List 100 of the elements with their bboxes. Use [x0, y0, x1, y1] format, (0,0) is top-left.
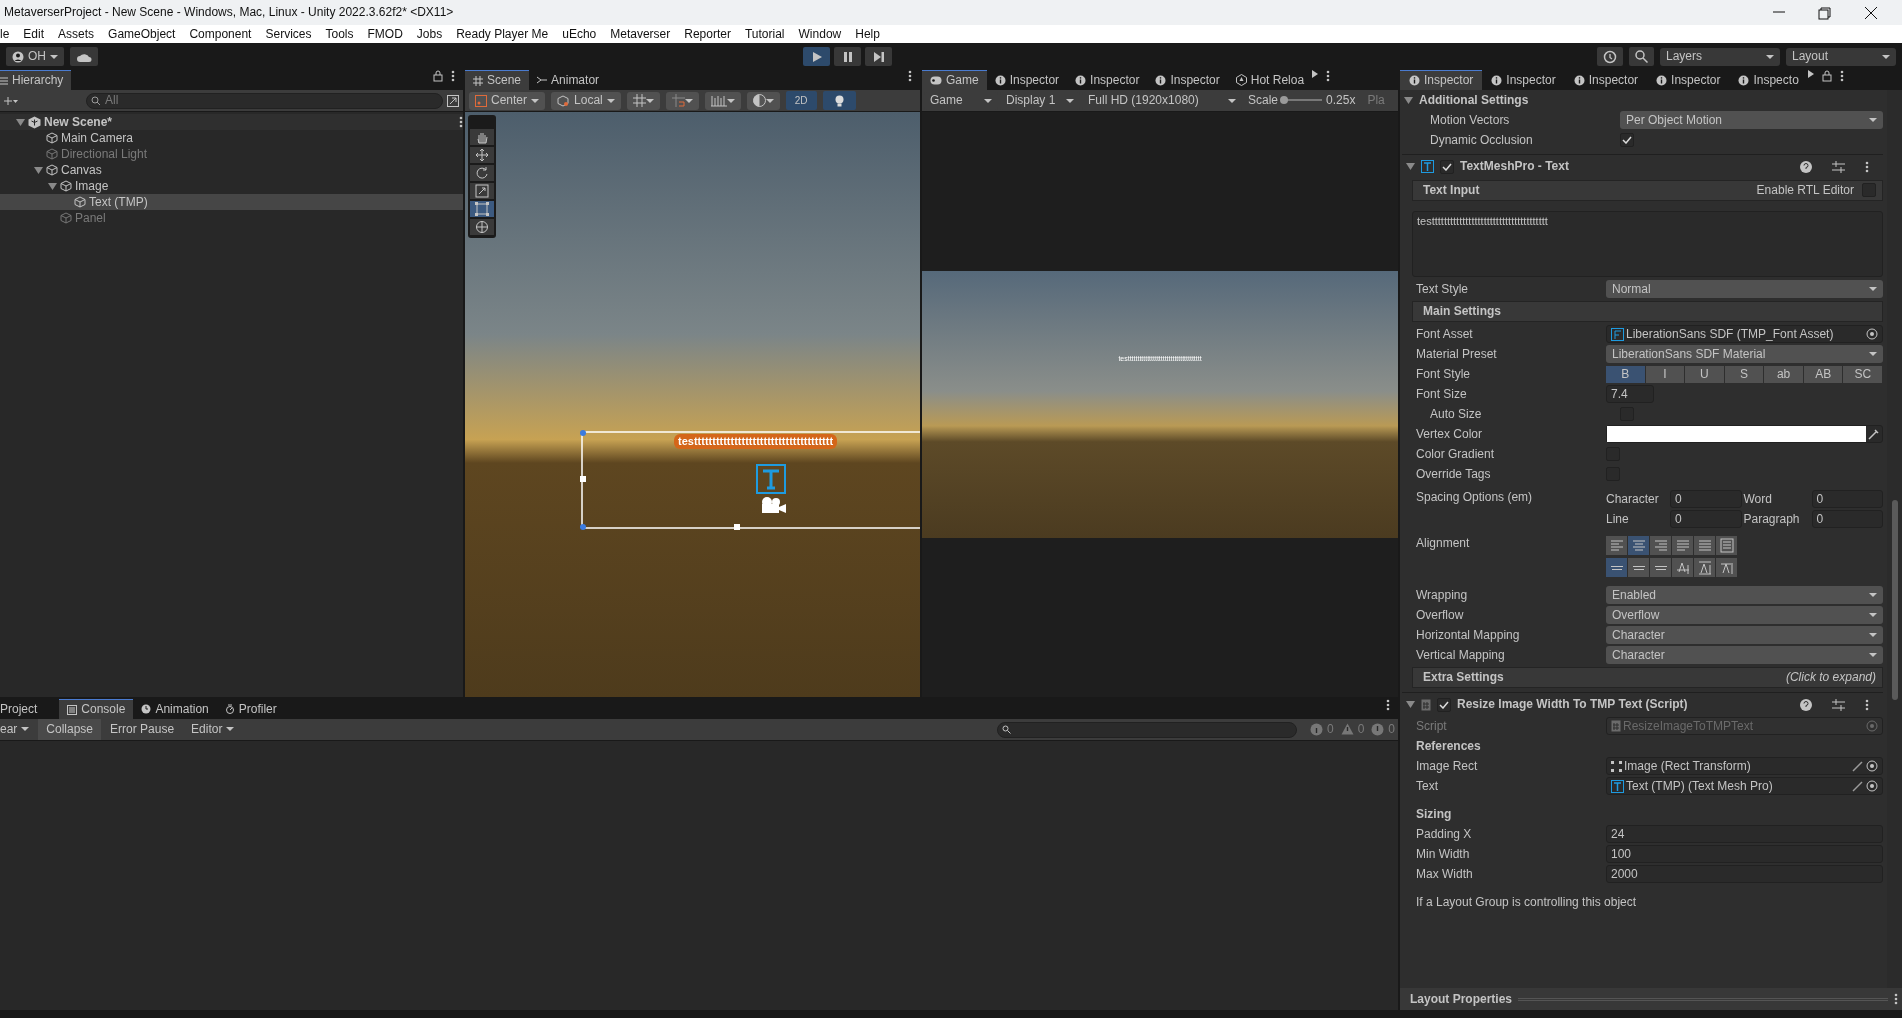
font-style-toggle[interactable]: I — [1645, 365, 1686, 383]
lighting-toggle[interactable] — [822, 91, 856, 110]
pause-button[interactable] — [834, 47, 861, 66]
dropdown[interactable]: Character — [1606, 626, 1883, 644]
number-field[interactable]: 0 — [1811, 490, 1883, 508]
tool-button[interactable] — [470, 147, 494, 163]
alignment-toggle[interactable] — [1694, 558, 1716, 577]
menu-item[interactable]: Ready Player Me — [456, 26, 549, 42]
menu-item[interactable]: le — [0, 26, 10, 42]
play-button[interactable] — [803, 47, 830, 66]
panel-tab[interactable]: Animator — [529, 70, 608, 90]
editor-dropdown[interactable]: Editor — [183, 722, 243, 737]
target-icon[interactable] — [1866, 760, 1878, 772]
menu-item[interactable]: Tutorial — [744, 26, 785, 42]
dropdown[interactable]: Enabled — [1606, 586, 1883, 604]
alignment-toggle[interactable] — [1694, 536, 1716, 555]
alignment-toggle[interactable] — [1628, 536, 1650, 555]
add-icon[interactable] — [4, 95, 18, 106]
font-style-toggle[interactable]: U — [1685, 365, 1725, 383]
alignment-toggle[interactable] — [1716, 536, 1738, 555]
pencil-icon[interactable] — [1852, 760, 1864, 772]
menu-item[interactable]: Services — [265, 26, 312, 42]
panel-tab[interactable]: Animation — [133, 699, 217, 719]
account-dropdown[interactable]: OH — [6, 47, 64, 66]
more-options-icon[interactable] — [1386, 699, 1390, 711]
menu-item[interactable]: Window — [798, 26, 842, 42]
snap-dropdown[interactable] — [665, 91, 699, 110]
number-field[interactable]: 100 — [1606, 845, 1883, 863]
shading-dropdown[interactable] — [746, 91, 780, 110]
menu-item[interactable]: Help — [855, 26, 880, 42]
font-style-toggle[interactable]: B — [1606, 365, 1646, 383]
dropdown[interactable]: Normal — [1606, 280, 1883, 298]
history-button[interactable] — [1597, 47, 1623, 66]
dropdown[interactable]: Overflow — [1606, 606, 1883, 624]
font-style-toggle[interactable]: AB — [1803, 365, 1844, 383]
menu-item[interactable]: FMOD — [367, 26, 403, 42]
number-field[interactable]: 0 — [1670, 510, 1742, 528]
preset-icon[interactable] — [1832, 160, 1845, 173]
search-field[interactable] — [996, 721, 1297, 738]
tool-button[interactable] — [470, 165, 494, 181]
panel-tab[interactable]: Inspector — [1482, 70, 1565, 90]
target-icon[interactable] — [1866, 780, 1878, 792]
tool-button[interactable] — [470, 183, 494, 199]
menu-item[interactable]: Edit — [23, 26, 45, 42]
panel-tab[interactable]: Inspecto — [1729, 70, 1808, 90]
font-style-toggle[interactable]: SC — [1843, 365, 1884, 383]
panel-tab[interactable]: Profiler — [216, 699, 285, 719]
menu-item[interactable]: Tools — [325, 26, 354, 42]
target-icon[interactable] — [1866, 328, 1878, 340]
menu-item[interactable]: uEcho — [562, 26, 597, 42]
more-options-icon[interactable] — [451, 70, 455, 82]
font-style-toggle[interactable]: S — [1724, 365, 1765, 383]
object-field[interactable]: Image (Rect Transform) — [1606, 757, 1883, 775]
increment-dropdown[interactable] — [704, 91, 741, 110]
panel-tab[interactable]: Inspector — [1067, 70, 1148, 90]
preset-icon[interactable] — [1832, 698, 1845, 711]
panel-tab[interactable]: Scene — [465, 70, 530, 90]
window-icon[interactable] — [447, 94, 459, 107]
checkbox[interactable] — [1620, 133, 1634, 147]
menu-item[interactable]: Jobs — [416, 26, 443, 42]
dropdown[interactable]: Character — [1606, 646, 1883, 664]
help-icon[interactable] — [1800, 160, 1812, 173]
dropdown[interactable]: LiberationSans SDF Material — [1606, 345, 1883, 363]
more-options-icon[interactable] — [1865, 698, 1869, 711]
layout-dropdown[interactable]: Layout — [1786, 47, 1896, 66]
grid-dropdown[interactable] — [626, 91, 660, 110]
alignment-toggle[interactable] — [1606, 536, 1628, 555]
alignment-toggle[interactable] — [1650, 536, 1672, 555]
more-tabs-icon[interactable] — [1807, 70, 1814, 78]
lock-icon[interactable] — [1821, 70, 1832, 82]
more-options-icon[interactable] — [1839, 70, 1844, 82]
panel-tab[interactable]: Inspector — [1647, 70, 1730, 90]
menu-item[interactable]: GameObject — [108, 26, 176, 42]
number-field[interactable]: 24 — [1606, 825, 1883, 843]
hierarchy-item[interactable]: Text (TMP) — [0, 194, 463, 210]
search-button[interactable] — [1629, 47, 1654, 66]
hierarchy-item[interactable]: Canvas — [0, 162, 463, 178]
more-options-icon[interactable] — [1894, 993, 1898, 1005]
lock-icon[interactable] — [433, 70, 443, 82]
number-field[interactable]: 7.4 — [1606, 385, 1654, 403]
panel-tab[interactable]: Inspector — [1147, 70, 1228, 90]
color-field[interactable] — [1606, 425, 1883, 443]
tool-button[interactable] — [470, 201, 494, 217]
pencil-icon[interactable] — [1852, 780, 1864, 792]
layers-dropdown[interactable]: Layers — [1660, 47, 1780, 66]
panel-tab[interactable]: Console — [59, 699, 134, 719]
alignment-toggle[interactable] — [1672, 558, 1694, 577]
tool-button[interactable] — [470, 219, 494, 235]
font-style-toggle[interactable]: ab — [1764, 365, 1804, 383]
expand-hint[interactable]: (Click to expand) — [1785, 670, 1876, 685]
panel-tab[interactable]: Project — [0, 699, 46, 719]
hierarchy-item[interactable]: Image — [0, 178, 463, 194]
more-options-icon[interactable] — [459, 116, 463, 128]
panel-tab[interactable]: Game — [922, 70, 987, 90]
menu-item[interactable]: Component — [189, 26, 252, 42]
pivot-dropdown[interactable]: Center — [469, 91, 546, 110]
menu-item[interactable]: Assets — [58, 26, 95, 42]
number-field[interactable]: 0 — [1670, 490, 1742, 508]
object-field[interactable]: LiberationSans SDF (TMP_Font Asset) — [1606, 325, 1883, 343]
panel-tab[interactable]: Inspector — [986, 70, 1068, 90]
